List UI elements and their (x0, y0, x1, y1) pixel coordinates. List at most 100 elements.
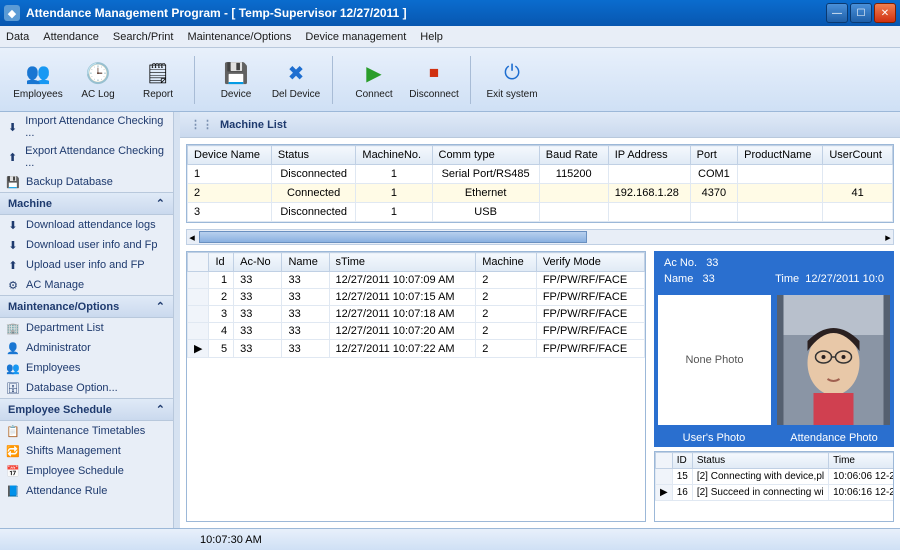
log-col-header[interactable]: Verify Mode (536, 253, 644, 272)
sidebar-item-upload-user-info-and-fp[interactable]: ⬆Upload user info and FP (0, 255, 173, 275)
machine-col-header[interactable]: MachineNo. (356, 146, 432, 165)
log-cell: 1 (209, 272, 234, 289)
menu-search-print[interactable]: Search/Print (113, 31, 174, 43)
sidebar-item-employees[interactable]: 👥Employees (0, 358, 173, 378)
machine-cell (608, 165, 690, 184)
toolbar-connect-button[interactable]: ▶Connect (344, 52, 404, 108)
machine-cell: Serial Port/RS485 (432, 165, 539, 184)
machine-row[interactable]: 2Connected1Ethernet192.168.1.28437041 (188, 184, 893, 203)
machine-col-header[interactable]: Port (690, 146, 738, 165)
machine-cell (608, 203, 690, 222)
toolbar-device-button[interactable]: 💾Device (206, 52, 266, 108)
sidebar-section-machine[interactable]: Machine⌃ (0, 192, 173, 215)
log-row[interactable]: 1333312/27/2011 10:07:09 AM2FP/PW/RF/FAC… (188, 272, 645, 289)
toolbar-label: Disconnect (409, 89, 458, 100)
maximize-button[interactable]: ☐ (850, 3, 872, 23)
toolbar-ac-log-button[interactable]: 🕒AC Log (68, 52, 128, 108)
log-cell: FP/PW/RF/FACE (536, 323, 644, 340)
event-row[interactable]: ▶16[2] Succeed in connecting wi10:06:16 … (656, 485, 895, 501)
machine-col-header[interactable]: UserCount (823, 146, 893, 165)
log-cell: 12/27/2011 10:07:22 AM (329, 340, 476, 358)
machine-col-header[interactable]: Status (271, 146, 356, 165)
log-row[interactable]: 4333312/27/2011 10:07:20 AM2FP/PW/RF/FAC… (188, 323, 645, 340)
machine-col-header[interactable]: Comm type (432, 146, 539, 165)
sidebar-item-import-attendance-checking[interactable]: ⬇Import Attendance Checking ... (0, 112, 173, 142)
sidebar-item-ac-manage[interactable]: ⚙AC Manage (0, 275, 173, 295)
machine-cell: 1 (188, 165, 272, 184)
machine-row[interactable]: 1Disconnected1Serial Port/RS485115200COM… (188, 165, 893, 184)
toolbar-separator (332, 56, 338, 104)
attendance-photo-box (777, 295, 890, 425)
sidebar-item-label: Download attendance logs (26, 219, 156, 231)
machine-cell: 1 (356, 165, 432, 184)
machine-col-header[interactable]: IP Address (608, 146, 690, 165)
sidebar-item-administrator[interactable]: 👤Administrator (0, 338, 173, 358)
attendance-log-grid[interactable]: IdAc-NoNamesTimeMachineVerify Mode133331… (186, 251, 646, 522)
toolbar-exit-system-button[interactable]: ⏻Exit system (482, 52, 542, 108)
sidebar-item-department-list[interactable]: 🏢Department List (0, 318, 173, 338)
sidebar-item-label: Employee Schedule (26, 465, 124, 477)
sidebar-icon: 💾 (6, 175, 20, 189)
menu-attendance[interactable]: Attendance (43, 31, 99, 43)
sidebar-item-backup-database[interactable]: 💾Backup Database (0, 172, 173, 192)
ev-col-header[interactable]: ID (672, 453, 692, 469)
log-cell: 5 (209, 340, 234, 358)
menu-maintenance-options[interactable]: Maintenance/Options (187, 31, 291, 43)
sidebar-icon: 👥 (6, 361, 20, 375)
sidebar-item-label: Import Attendance Checking ... (25, 115, 167, 139)
employees-icon: 👥 (24, 59, 52, 87)
close-button[interactable]: ✕ (874, 3, 896, 23)
machine-row[interactable]: 3Disconnected1USB (188, 203, 893, 222)
machine-col-header[interactable]: Device Name (188, 146, 272, 165)
event-row[interactable]: 15[2] Connecting with device,pl10:06:06 … (656, 469, 895, 485)
log-row[interactable]: 2333312/27/2011 10:07:15 AM2FP/PW/RF/FAC… (188, 289, 645, 306)
toolbar-del-device-button[interactable]: ✖Del Device (266, 52, 326, 108)
machine-grid-scrollbar[interactable]: ◂ ▸ (186, 229, 894, 245)
menu-device-management[interactable]: Device management (305, 31, 406, 43)
sidebar-item-download-attendance-logs[interactable]: ⬇ Download attendance logs (0, 215, 173, 235)
sidebar-icon: ⬆ (6, 258, 20, 272)
log-cell: FP/PW/RF/FACE (536, 340, 644, 358)
log-row[interactable]: ▶5333312/27/2011 10:07:22 AM2FP/PW/RF/FA… (188, 340, 645, 358)
machine-col-header[interactable]: Baud Rate (539, 146, 608, 165)
ac-log-icon: 🕒 (84, 59, 112, 87)
device-icon: 💾 (222, 59, 250, 87)
menu-data[interactable]: Data (6, 31, 29, 43)
ev-col-header[interactable]: Time (829, 453, 894, 469)
log-col-header[interactable]: Ac-No (234, 253, 282, 272)
sidebar-section-employee-schedule[interactable]: Employee Schedule⌃ (0, 398, 173, 421)
sidebar-item-export-attendance-checking[interactable]: ⬆Export Attendance Checking ... (0, 142, 173, 172)
sidebar-item-employee-schedule[interactable]: 📅Employee Schedule (0, 461, 173, 481)
sidebar-icon: ⬇ (6, 218, 20, 232)
sidebar-item-label: Maintenance Timetables (26, 425, 145, 437)
machine-col-header[interactable]: ProductName (738, 146, 823, 165)
log-col-header[interactable]: sTime (329, 253, 476, 272)
toolbar-disconnect-button[interactable]: ⏹ Disconnect (404, 52, 464, 108)
sidebar-item-label: Export Attendance Checking ... (25, 145, 167, 169)
event-grid[interactable]: IDStatusTime15[2] Connecting with device… (654, 451, 894, 522)
log-row-indicator-header (188, 253, 209, 272)
machine-cell: Ethernet (432, 184, 539, 203)
log-col-header[interactable]: Machine (476, 253, 537, 272)
minimize-button[interactable]: — (826, 3, 848, 23)
sidebar-item-attendance-rule[interactable]: 📘Attendance Rule (0, 481, 173, 501)
name-label: Name (664, 273, 693, 285)
disconnect-icon: ⏹ (420, 59, 448, 87)
sidebar-item-download-user-info-and-fp[interactable]: ⬇Download user info and Fp (0, 235, 173, 255)
toolbar-employees-button[interactable]: 👥Employees (8, 52, 68, 108)
event-cell: 10:06:06 12-27 (829, 469, 894, 485)
sidebar-item-database-option[interactable]: 🗄Database Option... (0, 378, 173, 398)
machine-grid[interactable]: Device NameStatusMachineNo.Comm typeBaud… (186, 144, 894, 223)
log-col-header[interactable]: Name (282, 253, 329, 272)
ev-col-header[interactable]: Status (692, 453, 828, 469)
sidebar-item-maintenance-timetables[interactable]: 📋Maintenance Timetables (0, 421, 173, 441)
sidebar-item-shifts-management[interactable]: 🔁Shifts Management (0, 441, 173, 461)
toolbar-report-button[interactable]: 🗒Report (128, 52, 188, 108)
sidebar-section-maintenance-options[interactable]: Maintenance/Options⌃ (0, 295, 173, 318)
machine-cell (738, 184, 823, 203)
sidebar: ⬇Import Attendance Checking ...⬆Export A… (0, 112, 174, 528)
log-col-header[interactable]: Id (209, 253, 234, 272)
menu-help[interactable]: Help (420, 31, 443, 43)
event-cell: 10:06:16 12-27 (829, 485, 894, 501)
log-row[interactable]: 3333312/27/2011 10:07:18 AM2FP/PW/RF/FAC… (188, 306, 645, 323)
